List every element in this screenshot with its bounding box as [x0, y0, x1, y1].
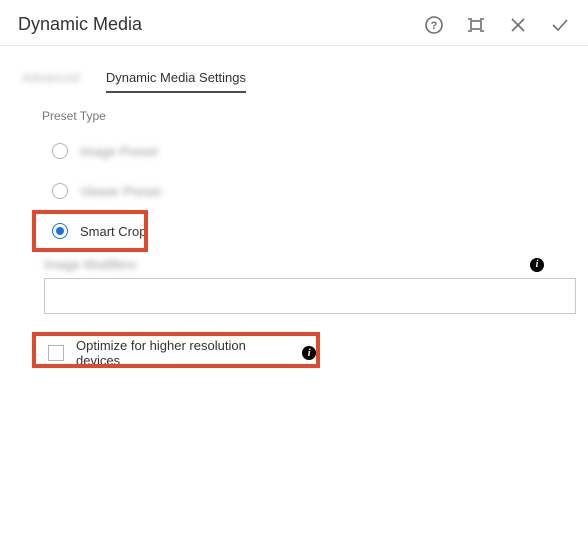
help-icon[interactable]: ? — [424, 15, 444, 35]
info-icon[interactable]: i — [530, 258, 544, 272]
preset-type-label: Preset Type — [42, 109, 546, 123]
image-modifiers-input[interactable] — [44, 278, 576, 314]
dialog-title: Dynamic Media — [18, 14, 142, 35]
close-icon[interactable] — [508, 15, 528, 35]
fullscreen-icon[interactable] — [466, 15, 486, 35]
radio-option-viewer-preset[interactable]: Viewer Preset — [48, 177, 546, 205]
optimize-checkbox-row[interactable]: Optimize for higher resolution devices i — [40, 332, 324, 374]
svg-text:?: ? — [431, 20, 438, 32]
optimize-checkbox-label: Optimize for higher resolution devices — [76, 338, 290, 368]
preset-type-radio-group: Image Preset Viewer Preset Smart Crop — [42, 137, 546, 245]
radio-option-smart-crop[interactable]: Smart Crop — [48, 217, 546, 245]
radio-label: Viewer Preset — [80, 184, 161, 199]
tab-bar: Advanced Dynamic Media Settings — [0, 46, 588, 93]
radio-icon[interactable] — [52, 143, 68, 159]
radio-icon[interactable] — [52, 183, 68, 199]
preset-type-section: Preset Type Image Preset Viewer Preset S… — [0, 93, 588, 245]
header-actions: ? — [424, 15, 570, 35]
image-modifiers-label: Image Modifiers — [44, 257, 136, 272]
dialog-header: Dynamic Media ? — [0, 0, 588, 46]
radio-option-image-preset[interactable]: Image Preset — [48, 137, 546, 165]
radio-label: Smart Crop — [80, 224, 146, 239]
confirm-icon[interactable] — [550, 15, 570, 35]
image-modifiers-label-row: Image Modifiers i — [0, 257, 588, 272]
radio-icon[interactable] — [52, 223, 68, 239]
checkbox-icon[interactable] — [48, 345, 64, 361]
tab-advanced[interactable]: Advanced — [22, 70, 80, 93]
info-icon[interactable]: i — [302, 346, 316, 360]
tab-dynamic-media-settings[interactable]: Dynamic Media Settings — [106, 70, 246, 93]
radio-label: Image Preset — [80, 144, 157, 159]
